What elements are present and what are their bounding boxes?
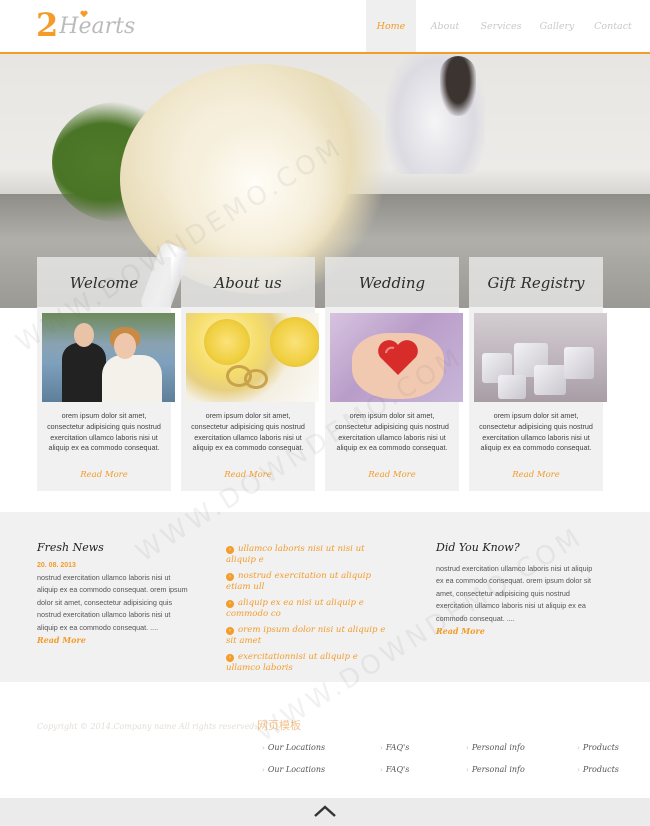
chevron-right-icon: › (226, 654, 234, 662)
link-list: › ullamco laboris nisi ut nisi ut aliquip… (226, 544, 394, 679)
chevron-right-icon: › (262, 766, 265, 774)
link-item[interactable]: › ullamco laboris nisi ut nisi ut aliquip… (226, 544, 394, 566)
tab-about-us[interactable]: About us (181, 257, 315, 307)
did-you-know-title: Did You Know? (436, 541, 520, 554)
footer-link-faqs[interactable]: › FAQ's (380, 765, 409, 774)
logo-digit: 2 (36, 6, 59, 44)
nav-services[interactable]: Services (474, 0, 528, 52)
copyright-cn-link[interactable]: 网页模板 (257, 719, 301, 732)
nav-contact[interactable]: Contact (586, 0, 640, 52)
info-section: Fresh News 20. 08. 2013 nostrud exercita… (0, 512, 650, 682)
card-text: orem ipsum dolor sit amet, consectetur a… (335, 411, 449, 453)
news-date: 20. 08. 2013 (37, 562, 76, 569)
chevron-right-icon: › (380, 744, 383, 752)
photo-gift-box (534, 365, 566, 395)
link-item[interactable]: › orem ipsum dolor nisi ut aliquip e sit … (226, 625, 394, 647)
read-more-link[interactable]: Read More (37, 470, 171, 480)
photo-bride-face (114, 333, 136, 359)
copyright-text: Copyright © 2014.Company name All rights… (37, 722, 257, 731)
photo-rose (204, 319, 250, 365)
did-you-know-read-more[interactable]: Read More (436, 626, 485, 636)
category-tabs: Welcome About us Wedding Gift Registry (0, 257, 650, 307)
tab-gift-registry[interactable]: Gift Registry (469, 257, 603, 307)
logo[interactable]: 2 Hearts (36, 6, 136, 44)
card-text: orem ipsum dolor sit amet, consectetur a… (479, 411, 593, 453)
read-more-link[interactable]: Read More (469, 470, 603, 480)
footer-link-faqs[interactable]: › FAQ's (380, 743, 409, 752)
link-item[interactable]: › exercitationnisi ut aliquip e ullamco l… (226, 652, 394, 674)
fresh-news-title: Fresh News (37, 541, 104, 554)
gift-boxes-photo (474, 313, 607, 402)
chevron-right-icon: › (226, 627, 234, 635)
read-more-link[interactable]: Read More (325, 470, 459, 480)
did-you-know-text: nostrud exercitation ullamco laboris nis… (436, 564, 593, 623)
tab-wedding[interactable]: Wedding (325, 257, 459, 307)
read-more-link[interactable]: Read More (181, 470, 315, 480)
photo-bride (102, 355, 162, 402)
news-read-more[interactable]: Read More (37, 635, 86, 645)
hero-bride-hair (440, 56, 476, 116)
tab-welcome[interactable]: Welcome (37, 257, 171, 307)
heart-hands-photo (330, 313, 463, 402)
chevron-up-icon[interactable] (313, 804, 337, 818)
chevron-right-icon: › (466, 766, 469, 774)
card-text: orem ipsum dolor sit amet, consectetur a… (191, 411, 305, 453)
photo-heart (378, 340, 418, 375)
footer-link-products[interactable]: › Products (577, 743, 619, 752)
chevron-right-icon: › (577, 744, 580, 752)
news-text: nostrud exercitation ullamco laboris nis… (37, 573, 188, 632)
footer-link-our-locations[interactable]: › Our Locations (262, 765, 325, 774)
nav-gallery[interactable]: Gallery (530, 0, 584, 52)
feature-card-gift-registry: orem ipsum dolor sit amet, consectetur a… (469, 307, 607, 491)
photo-ring (244, 369, 268, 389)
feature-card-welcome: orem ipsum dolor sit amet, consectetur a… (37, 307, 175, 491)
main-nav: Home About Services Gallery Contact (364, 0, 650, 52)
couple-photo (42, 313, 175, 402)
chevron-right-icon: › (262, 744, 265, 752)
feature-card-about: orem ipsum dolor sit amet, consectetur a… (181, 307, 319, 491)
logo-word: Hearts (59, 14, 136, 39)
footer-link-personal-info[interactable]: › Personal info (466, 765, 525, 774)
nav-about[interactable]: About (418, 0, 472, 52)
photo-groom (62, 343, 106, 402)
chevron-right-icon: › (226, 546, 234, 554)
photo-groom-face (74, 323, 94, 347)
chevron-right-icon: › (380, 766, 383, 774)
chevron-right-icon: › (577, 766, 580, 774)
chevron-right-icon: › (226, 600, 234, 608)
feature-card-wedding: orem ipsum dolor sit amet, consectetur a… (325, 307, 463, 491)
photo-gift-box (564, 347, 594, 379)
footer-link-our-locations[interactable]: › Our Locations (262, 743, 325, 752)
site-header: 2 Hearts Home About Services Gallery Con… (0, 0, 650, 54)
roses-rings-photo (186, 313, 319, 402)
link-item[interactable]: › nostrud exercitation ut aliquip etiam u… (226, 571, 394, 593)
copyright: Copyright © 2014.Company name All rights… (37, 717, 301, 733)
hero-bouquet-highlight (160, 94, 350, 274)
chevron-right-icon: › (226, 573, 234, 581)
photo-gift-box (498, 375, 526, 399)
chevron-right-icon: › (466, 744, 469, 752)
card-text: orem ipsum dolor sit amet, consectetur a… (47, 411, 161, 453)
nav-home[interactable]: Home (366, 0, 416, 52)
site-footer: Copyright © 2014.Company name All rights… (0, 682, 650, 798)
footer-link-personal-info[interactable]: › Personal info (466, 743, 525, 752)
heart-icon (80, 10, 88, 18)
back-to-top-bar (0, 798, 650, 826)
link-item[interactable]: › aliquip ex ea nisi ut aliquip e commodo… (226, 598, 394, 620)
footer-link-products[interactable]: › Products (577, 765, 619, 774)
photo-rose (270, 317, 319, 367)
